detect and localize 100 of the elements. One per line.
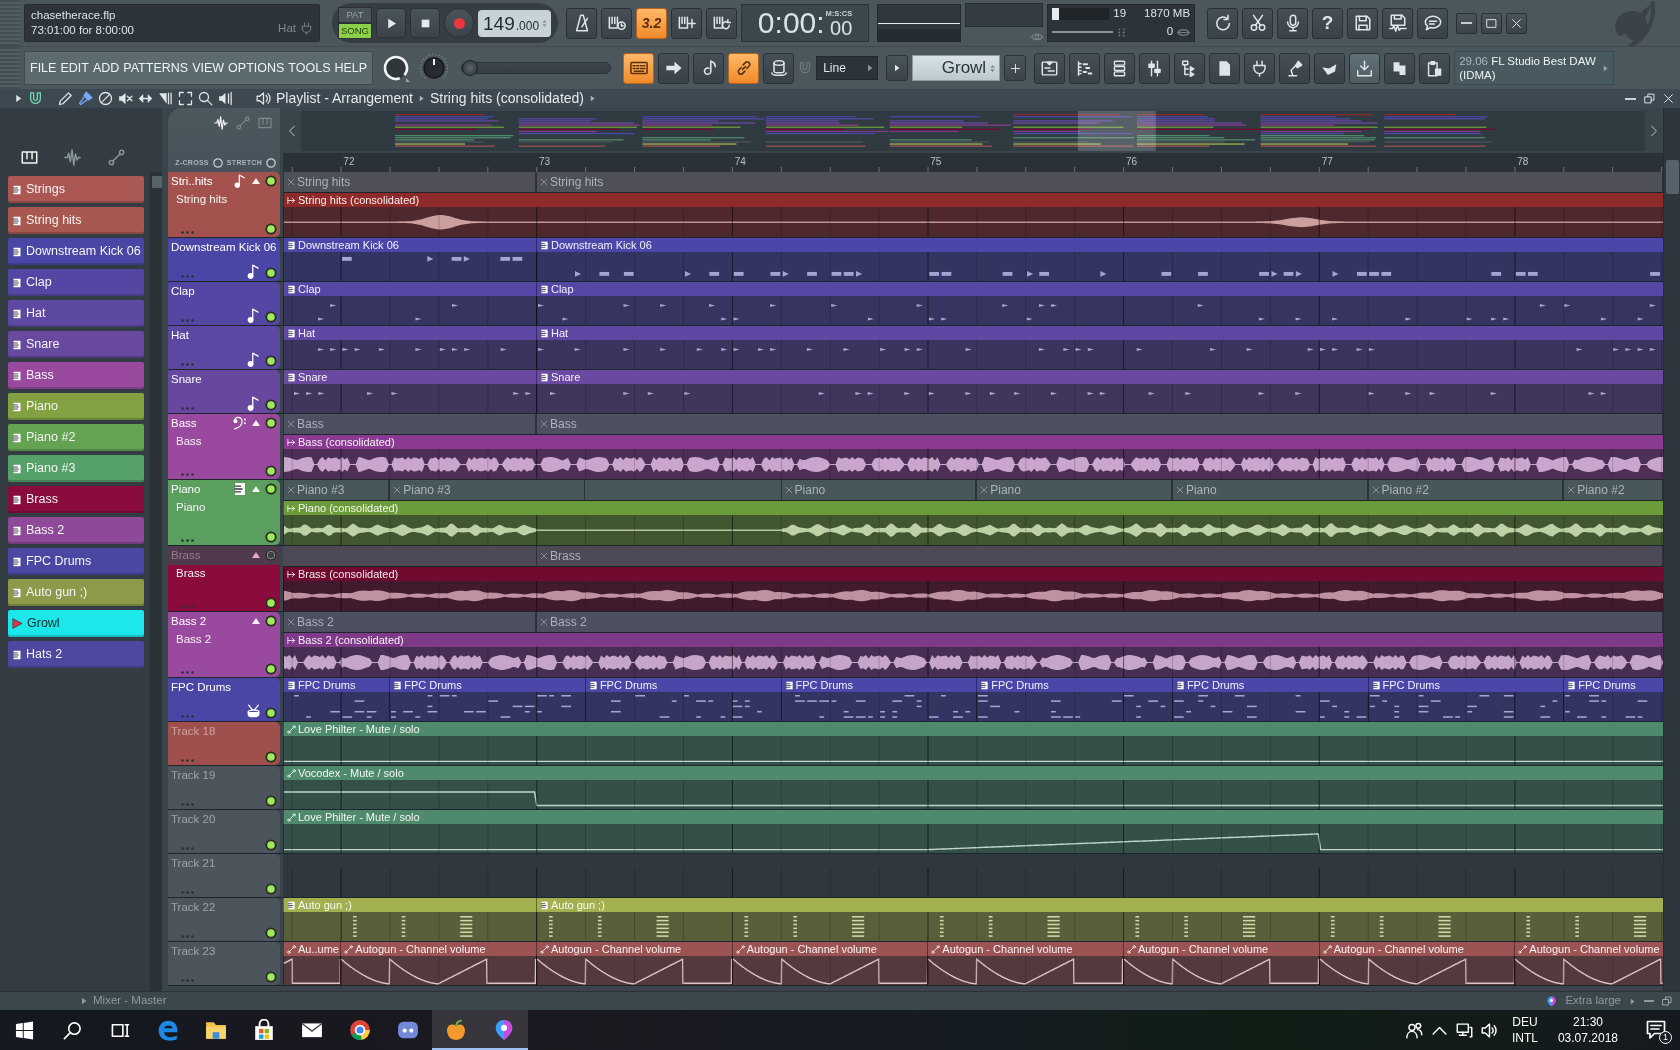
caret-icon[interactable] (251, 484, 261, 494)
microphone-button[interactable] (1277, 7, 1309, 39)
news-item[interactable]: 29.06 FL Studio Best DAW (IDMA) (1459, 54, 1600, 82)
node-line-icon[interactable] (107, 149, 125, 166)
pattern-clip[interactable]: Downstream Kick 06 (536, 238, 1663, 281)
selection-icon[interactable] (178, 91, 193, 106)
menu-item[interactable]: ADD (90, 59, 122, 77)
arrow-button[interactable] (658, 52, 690, 84)
track-switch[interactable] (265, 597, 277, 609)
track-name[interactable]: Track 22 (171, 899, 216, 915)
channel-button[interactable]: Clap (8, 269, 144, 296)
track-name[interactable]: Snare (171, 371, 202, 387)
audio-clip[interactable]: Piano (consolidated) (283, 501, 1663, 545)
scrollbar-thumb[interactable] (1665, 160, 1679, 194)
speaker-bars-icon[interactable] (218, 91, 233, 106)
channel-button[interactable]: Piano (8, 393, 144, 420)
caret-icon[interactable] (251, 176, 261, 186)
slider[interactable] (461, 62, 612, 74)
audio-clip[interactable]: Brass (consolidated) (283, 567, 1663, 611)
track-name[interactable]: Bass (171, 434, 277, 449)
chevron-icon[interactable] (1629, 997, 1636, 1005)
pattern-clip[interactable]: Snare (283, 370, 536, 413)
channel-button[interactable]: Growl (8, 610, 144, 637)
automation-clip[interactable]: Vocodex - Mute / solo (283, 766, 1663, 809)
piano-keys-icon[interactable] (21, 149, 39, 166)
audio-clip[interactable]: String hits (consolidated) (283, 193, 1663, 237)
checkbox[interactable] (266, 157, 276, 168)
sliders-button[interactable] (1139, 52, 1171, 84)
keyboard-plus-button[interactable] (671, 7, 703, 39)
automation-clip[interactable]: Autogun - Channel volume (927, 942, 1123, 985)
speaker-icon[interactable] (256, 91, 271, 106)
zoom-icon[interactable] (198, 91, 213, 106)
scrollbar[interactable] (1663, 108, 1680, 991)
track-name[interactable]: Brass (171, 566, 277, 581)
track-name[interactable]: Hat (171, 327, 189, 343)
channel-button[interactable]: Piano #3 (8, 455, 144, 482)
track-name[interactable]: Track 19 (171, 767, 216, 783)
channel-button[interactable]: Strings (8, 176, 144, 203)
automation-clip[interactable]: Autogun - Channel volume (536, 942, 732, 985)
channel-button[interactable]: Hats 2 (8, 641, 144, 668)
track-name[interactable]: Track 23 (171, 943, 216, 959)
track-name[interactable]: Piano (171, 481, 201, 497)
track-switch[interactable] (265, 549, 277, 561)
grip-icon[interactable] (181, 473, 194, 476)
track-switch[interactable] (265, 311, 277, 323)
automation-clip[interactable]: Autogun - Channel volume (1514, 942, 1663, 985)
triangle-bars-icon[interactable] (158, 91, 173, 106)
magnet-icon[interactable] (28, 91, 43, 106)
track-switch[interactable] (265, 795, 277, 807)
pattern-clip[interactable]: Hat (536, 326, 1663, 369)
keyboard-clock-button[interactable] (601, 7, 633, 39)
scroll-right-icon[interactable] (1648, 124, 1660, 137)
tree-button[interactable] (1174, 52, 1206, 84)
grip-icon[interactable] (181, 605, 194, 608)
pattern-clip[interactable]: Clap (536, 282, 1663, 325)
channel-button[interactable]: Auto gun ;) (8, 579, 144, 606)
pattern-selector[interactable]: Growl (912, 55, 1001, 81)
download-button[interactable] (1349, 52, 1381, 84)
channel-button[interactable]: Bass (8, 362, 144, 389)
waveform-icon[interactable] (64, 149, 82, 166)
automation-clip[interactable]: Love Philter - Mute / solo (283, 722, 1663, 765)
channel-button[interactable]: Piano #2 (8, 424, 144, 451)
stop-button[interactable] (410, 8, 440, 38)
undo-button[interactable] (1207, 7, 1239, 39)
cylinder-button[interactable] (763, 52, 795, 84)
track-name[interactable]: String hits (171, 192, 277, 207)
add-pattern-button[interactable] (1004, 55, 1027, 81)
play-button[interactable] (376, 8, 406, 38)
pattern-menu-button[interactable] (886, 55, 909, 81)
channel-button[interactable]: Brass (8, 486, 144, 513)
menu-item[interactable]: HELP (332, 59, 370, 77)
pattern-clip[interactable]: FPC Drums (283, 678, 390, 721)
taskbar-app[interactable] (480, 1010, 528, 1050)
chain-link-button[interactable] (728, 52, 760, 84)
scrollbar[interactable] (150, 172, 162, 991)
channel-button[interactable]: Bass 2 (8, 517, 144, 544)
plug-button[interactable] (1244, 52, 1276, 84)
channel-button[interactable]: Downstream Kick 06 (8, 238, 144, 265)
audio-clip[interactable]: Bass (consolidated) (283, 435, 1663, 479)
automation-clip[interactable]: Au..ume (283, 942, 341, 985)
knob[interactable] (381, 53, 412, 83)
track-name[interactable]: Bass 2 (171, 613, 207, 629)
pattern-clip[interactable]: FPC Drums (584, 678, 781, 721)
caret-icon[interactable] (251, 616, 261, 626)
stacked-rows-button[interactable] (1104, 52, 1136, 84)
slider-thumb[interactable] (462, 60, 479, 76)
metronome-button[interactable] (566, 7, 598, 39)
caret-icon[interactable] (251, 550, 261, 560)
menu-item[interactable]: EDIT (58, 59, 91, 77)
track-switch[interactable] (265, 417, 277, 429)
note-button[interactable] (693, 52, 725, 84)
scissors-button[interactable] (1242, 7, 1274, 39)
scrollbar-thumb[interactable] (151, 176, 162, 188)
track-name[interactable]: Clap (171, 283, 195, 299)
track-switch[interactable] (265, 355, 277, 367)
grip-icon[interactable] (181, 363, 194, 366)
track-name[interactable]: FPC Drums (171, 679, 232, 695)
track-switch[interactable] (265, 971, 277, 983)
channel-button[interactable]: FPC Drums (8, 548, 144, 575)
automation-clip[interactable]: Autogun - Channel volume (1122, 942, 1319, 985)
